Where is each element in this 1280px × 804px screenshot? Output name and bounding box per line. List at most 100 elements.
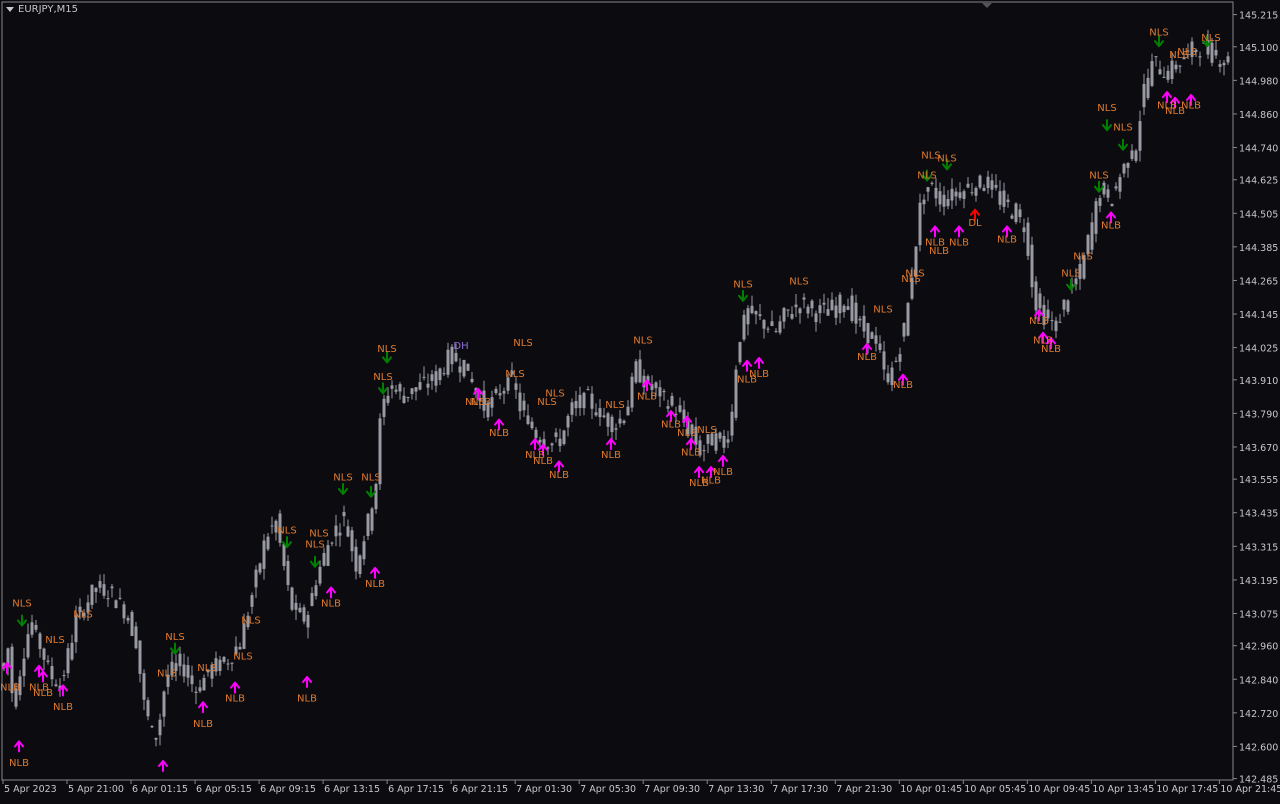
- x-tick-label: 6 Apr 17:15: [388, 784, 444, 795]
- candle-body: [1058, 321, 1062, 323]
- candle-body: [670, 396, 674, 406]
- candle-body: [834, 305, 838, 318]
- candle-body: [270, 525, 274, 527]
- candle-body: [238, 646, 242, 650]
- x-tick-label: 7 Apr 01:30: [516, 784, 572, 795]
- candle-body: [1118, 177, 1122, 192]
- candle-body: [1126, 162, 1130, 168]
- candle-body: [774, 330, 778, 332]
- x-tick-label: 7 Apr 09:30: [644, 784, 700, 795]
- candle-body: [1074, 278, 1078, 285]
- candle-body: [366, 513, 370, 536]
- candle-body: [458, 366, 462, 373]
- candle-body: [90, 584, 94, 605]
- candle-body: [46, 660, 50, 662]
- candle-body: [886, 373, 890, 383]
- candle-body: [814, 313, 818, 323]
- candle-body: [530, 421, 534, 429]
- candle-body: [554, 432, 558, 437]
- candle-body: [782, 307, 786, 322]
- candle-body: [630, 376, 634, 408]
- candle-body: [1218, 64, 1222, 67]
- candle-body: [1102, 182, 1106, 195]
- signal-label: NLS: [789, 277, 808, 288]
- candle-body: [298, 607, 302, 613]
- candle-body: [514, 383, 518, 390]
- candle-body: [1062, 299, 1066, 310]
- candle-body: [846, 306, 850, 310]
- x-tick-label: 10 Apr 01:45: [900, 784, 962, 795]
- candle-body: [434, 371, 438, 386]
- candle-body: [202, 677, 206, 691]
- x-tick-label: 6 Apr 01:15: [132, 784, 188, 795]
- signal-label: NLB: [1181, 100, 1201, 111]
- candle-body: [1098, 198, 1102, 206]
- candle-body: [874, 335, 878, 344]
- candle-body: [262, 540, 266, 569]
- candle-body: [518, 392, 522, 412]
- candle-body: [766, 328, 770, 330]
- candle-body: [430, 374, 434, 381]
- candle-body: [934, 187, 938, 199]
- candle-body: [1106, 189, 1110, 198]
- candle-body: [154, 737, 158, 740]
- signal-label: NLS: [309, 529, 328, 540]
- candle-body: [830, 299, 834, 311]
- candle-body: [1150, 61, 1154, 86]
- candle-body: [878, 343, 882, 350]
- candle-body: [410, 388, 414, 394]
- signal-label: NLS: [1073, 251, 1092, 262]
- candle-body: [462, 359, 466, 377]
- candle-body: [1214, 49, 1218, 56]
- signal-label: NLB: [489, 428, 509, 439]
- y-tick-label: 143.435: [1239, 509, 1278, 520]
- candle-body: [466, 363, 470, 371]
- candle-body: [1026, 222, 1030, 256]
- y-tick-label: 143.910: [1239, 376, 1278, 387]
- signal-label: NLS: [241, 615, 260, 626]
- candle-body: [290, 587, 294, 610]
- candle-body: [38, 633, 42, 649]
- candle-body: [570, 402, 574, 415]
- candle-body: [1002, 190, 1006, 207]
- candle-body: [602, 415, 606, 418]
- chart-title[interactable]: EURJPY,M15: [6, 4, 78, 15]
- signal-label: NLB: [1101, 221, 1121, 232]
- signal-label: NLB: [533, 456, 553, 467]
- candle-body: [1094, 201, 1098, 234]
- signal-label: NLS: [1061, 268, 1080, 279]
- price-chart[interactable]: 145.215 145.100 144.980 144.860 144.740 144.6…: [0, 0, 1280, 800]
- signal-label: NLS: [73, 610, 92, 621]
- candle-body: [118, 597, 122, 599]
- y-tick-label: 144.980: [1239, 76, 1278, 87]
- signal-label: NLS: [1201, 33, 1220, 44]
- candle-body: [798, 308, 802, 314]
- candle-body: [438, 368, 442, 381]
- candle-body: [322, 552, 326, 566]
- candle-body: [738, 342, 742, 363]
- signal-label: NLB: [949, 237, 969, 248]
- signal-label: NLB: [1041, 344, 1061, 355]
- candle-body: [386, 395, 390, 403]
- candle-body: [158, 719, 162, 736]
- candle-body: [714, 433, 718, 451]
- candle-body: [34, 624, 38, 630]
- candle-body: [226, 663, 230, 665]
- x-tick-label: 7 Apr 21:30: [836, 784, 892, 795]
- candle-body: [1050, 320, 1054, 322]
- candle-body: [250, 595, 254, 607]
- candle-body: [254, 569, 258, 588]
- y-tick-label: 143.790: [1239, 409, 1278, 420]
- candle-body: [342, 512, 346, 517]
- candle-body: [606, 413, 610, 427]
- y-tick-label: 142.960: [1239, 642, 1278, 653]
- candle-body: [1226, 56, 1230, 63]
- candle-body: [534, 429, 538, 438]
- candle-body: [1010, 215, 1014, 219]
- candle-body: [314, 585, 318, 597]
- candle-body: [826, 309, 830, 316]
- candle-body: [230, 662, 234, 664]
- candle-body: [802, 297, 806, 300]
- y-tick-label: 144.505: [1239, 209, 1278, 220]
- chart-menu-caret-icon[interactable]: [6, 7, 14, 12]
